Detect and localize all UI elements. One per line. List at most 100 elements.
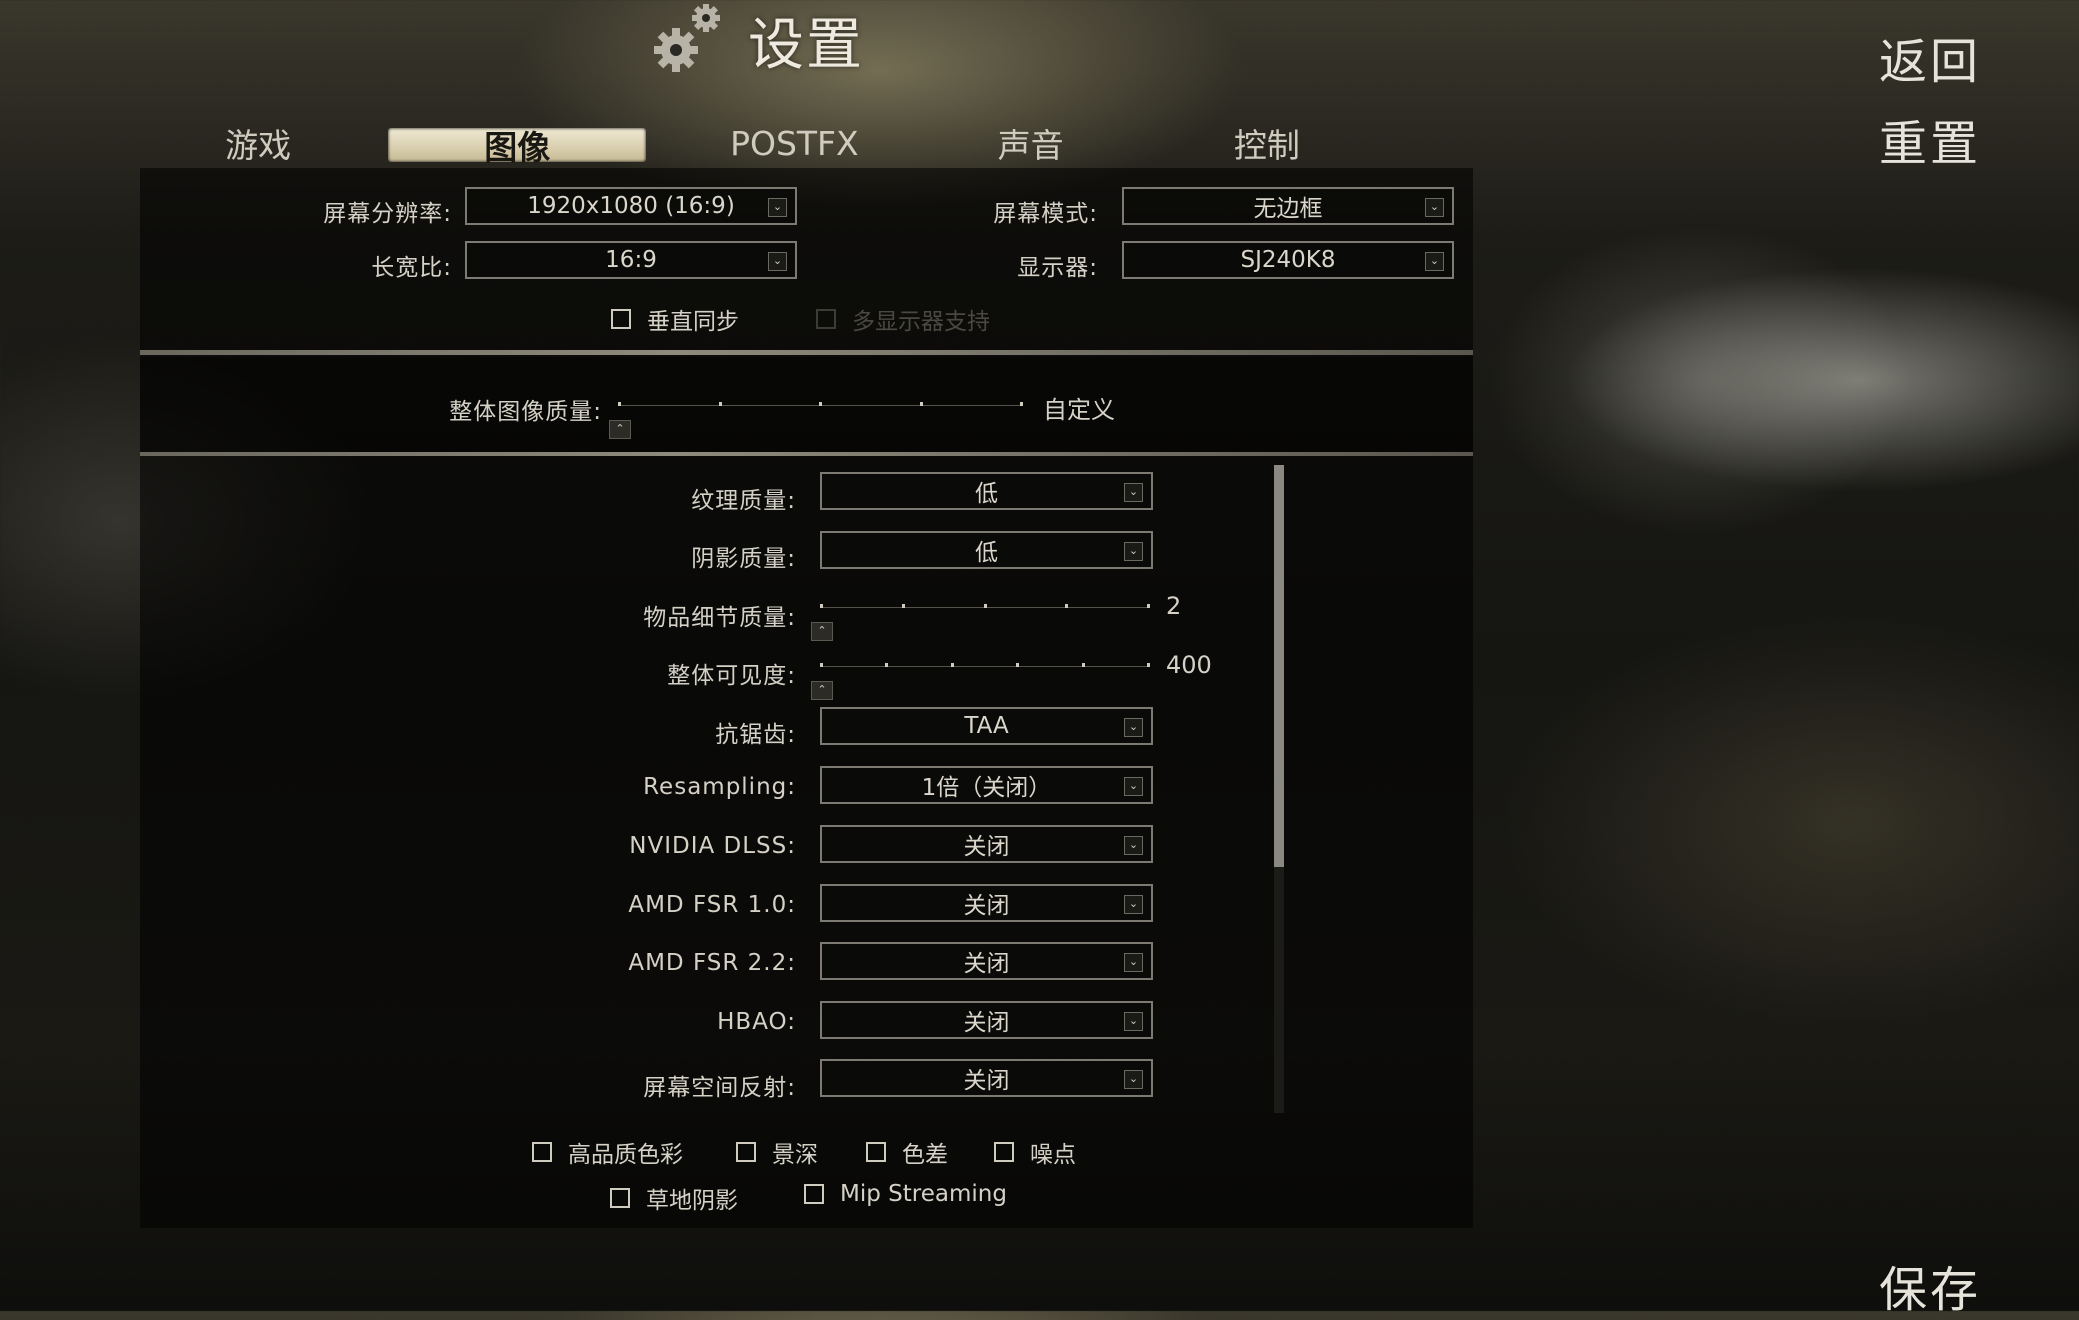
noise-checkbox[interactable]: 噪点: [994, 1135, 1076, 1169]
resolution-value: 1920x1080 (16:9): [527, 193, 735, 219]
slider-tick: [950, 663, 954, 667]
monitor-label: 显示器:: [1017, 255, 1098, 281]
tab-bar: 游戏 图像 POSTFX 声音 控制: [140, 112, 1385, 174]
fsr2-dropdown[interactable]: 关闭 ⌄: [820, 942, 1153, 980]
object-lod-label: 物品细节质量:: [643, 605, 796, 631]
resolution-label: 屏幕分辨率:: [323, 201, 452, 227]
monitor-dropdown[interactable]: SJ240K8 ⌄: [1122, 241, 1454, 279]
tab-graphics[interactable]: 图像: [388, 128, 647, 167]
chevron-down-icon: ⌄: [1124, 777, 1143, 796]
checkbox-box: [994, 1142, 1014, 1162]
dof-label: 景深: [772, 1142, 818, 1168]
visibility-value: 400: [1166, 651, 1212, 679]
checkbox-box: [816, 309, 836, 329]
shadow-quality-value: 低: [975, 540, 998, 566]
antialiasing-value: TAA: [964, 713, 1009, 739]
chevron-down-icon: ⌄: [1124, 542, 1143, 561]
slider-tick: [919, 402, 923, 406]
chevron-up-icon[interactable]: ⌃: [811, 622, 833, 641]
checkbox-box: [866, 1142, 886, 1162]
dlss-label: NVIDIA DLSS:: [629, 833, 796, 859]
fsr1-dropdown[interactable]: 关闭 ⌄: [820, 884, 1153, 922]
object-lod-slider[interactable]: ⌃: [811, 598, 1150, 641]
chevron-up-icon[interactable]: ⌃: [811, 681, 833, 700]
slider-tick: [901, 604, 905, 608]
tab-sound[interactable]: 声音: [913, 112, 1149, 174]
vsync-checkbox[interactable]: 垂直同步: [611, 302, 739, 336]
aspect-ratio-dropdown[interactable]: 16:9 ⌄: [465, 241, 797, 279]
shadow-quality-dropdown[interactable]: 低 ⌄: [820, 531, 1153, 569]
gear-icon: [648, 2, 726, 78]
overall-quality-value: 自定义: [1043, 396, 1115, 424]
checkbox-box: [610, 1188, 630, 1208]
hbao-label: HBAO:: [717, 1009, 796, 1035]
checkbox-box: [736, 1142, 756, 1162]
screen-mode-label: 屏幕模式:: [993, 201, 1098, 227]
hbao-dropdown[interactable]: 关闭 ⌄: [820, 1001, 1153, 1039]
slider-tick: [1081, 663, 1085, 667]
save-button[interactable]: 保存: [1879, 1250, 1981, 1320]
dof-checkbox[interactable]: 景深: [736, 1135, 818, 1169]
tab-postfx[interactable]: POSTFX: [676, 112, 912, 174]
screen-mode-value: 无边框: [1253, 196, 1323, 222]
fsr1-value: 关闭: [963, 893, 1010, 919]
slider-tick: [1016, 663, 1020, 667]
slider-tick: [1020, 402, 1023, 406]
screen-mode-dropdown[interactable]: 无边框 ⌄: [1122, 187, 1454, 225]
mip-streaming-checkbox[interactable]: Mip Streaming: [804, 1181, 1007, 1207]
slider-tick: [1065, 604, 1069, 608]
slider-tick: [885, 663, 889, 667]
chevron-up-icon[interactable]: ⌃: [609, 420, 631, 439]
divider: [140, 350, 1473, 355]
slider-track: [820, 666, 1150, 667]
shadow-quality-label: 阴影质量:: [691, 546, 796, 572]
checkbox-box: [611, 309, 631, 329]
ssr-value: 关闭: [963, 1068, 1010, 1094]
antialiasing-dropdown[interactable]: TAA ⌄: [820, 707, 1153, 745]
mip-streaming-label: Mip Streaming: [840, 1181, 1007, 1207]
tab-game[interactable]: 游戏: [140, 112, 376, 174]
back-button[interactable]: 返回: [1879, 22, 1981, 92]
scrollbar-thumb[interactable]: [1274, 465, 1284, 867]
aspect-ratio-label: 长宽比:: [371, 255, 452, 281]
dlss-dropdown[interactable]: 关闭 ⌄: [820, 825, 1153, 863]
fsr1-label: AMD FSR 1.0:: [628, 892, 796, 918]
dlss-value: 关闭: [963, 834, 1010, 860]
ssr-dropdown[interactable]: 关闭 ⌄: [820, 1059, 1153, 1097]
resolution-dropdown[interactable]: 1920x1080 (16:9) ⌄: [465, 187, 797, 225]
chevron-down-icon: ⌄: [1124, 953, 1143, 972]
chromatic-aberration-checkbox[interactable]: 色差: [866, 1135, 948, 1169]
checkbox-box: [532, 1142, 552, 1162]
visibility-label: 整体可见度:: [667, 663, 796, 689]
visibility-slider[interactable]: ⌃: [811, 657, 1150, 700]
slider-tick: [820, 604, 823, 608]
slider-tick: [1147, 604, 1150, 608]
slider-tick: [819, 402, 822, 406]
reset-button[interactable]: 重置: [1879, 104, 1981, 174]
vsync-label: 垂直同步: [647, 309, 739, 335]
tab-controls[interactable]: 控制: [1149, 112, 1385, 174]
resampling-value: 1倍（关闭）: [921, 775, 1052, 801]
settings-scrollbar[interactable]: [1274, 465, 1284, 1113]
overall-quality-slider[interactable]: ⌃: [609, 396, 1023, 439]
chevron-down-icon: ⌄: [1124, 483, 1143, 502]
fsr2-value: 关闭: [963, 951, 1010, 977]
chromatic-aberration-label: 色差: [902, 1142, 948, 1168]
resampling-dropdown[interactable]: 1倍（关闭） ⌄: [820, 766, 1153, 804]
texture-quality-value: 低: [975, 481, 998, 507]
chevron-down-icon: ⌄: [1425, 252, 1444, 271]
grass-shadow-checkbox[interactable]: 草地阴影: [610, 1181, 738, 1215]
slider-tick: [1147, 663, 1150, 667]
chevron-down-icon: ⌄: [1124, 836, 1143, 855]
aspect-ratio-value: 16:9: [605, 247, 657, 273]
ssr-label: 屏幕空间反射:: [643, 1075, 796, 1101]
object-lod-value: 2: [1166, 592, 1182, 620]
hq-color-label: 高品质色彩: [568, 1142, 683, 1168]
page-title: 设置: [748, 12, 864, 78]
slider-tick: [820, 663, 823, 667]
chevron-down-icon: ⌄: [1124, 895, 1143, 914]
noise-label: 噪点: [1030, 1142, 1076, 1168]
texture-quality-dropdown[interactable]: 低 ⌄: [820, 472, 1153, 510]
multimonitor-checkbox: 多显示器支持: [816, 302, 990, 336]
hq-color-checkbox[interactable]: 高品质色彩: [532, 1135, 683, 1169]
